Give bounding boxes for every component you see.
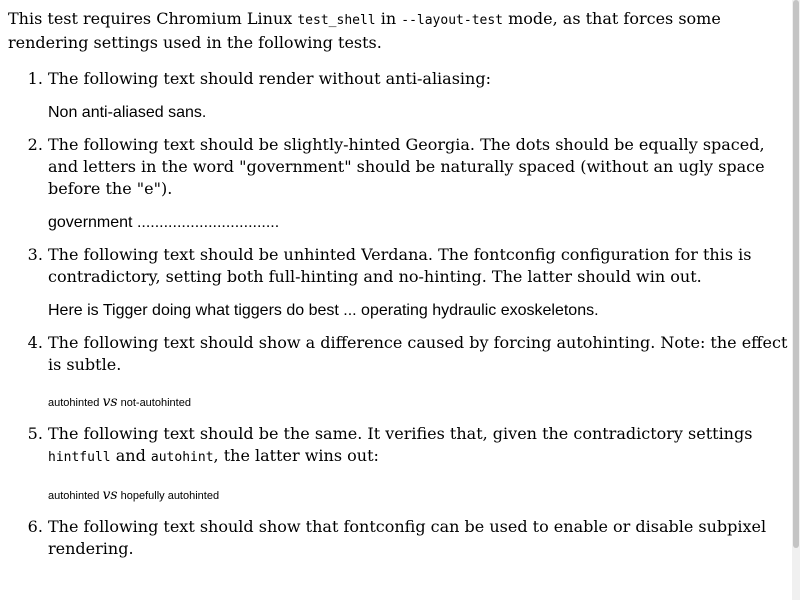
- test-3-sample: Here is Tigger doing what tiggers do bes…: [48, 302, 599, 319]
- test-item-1: The following text should render without…: [48, 68, 788, 122]
- intro-code-layout-test: --layout-test: [401, 13, 503, 28]
- test-1-description: The following text should render without…: [48, 69, 491, 88]
- intro-code-test-shell: test_shell: [297, 13, 376, 28]
- test-5-description-b: and: [115, 446, 146, 465]
- test-item-4: The following text should show a differe…: [48, 332, 788, 411]
- test-5-description-c: , the latter wins out:: [213, 446, 379, 465]
- test-4-description: The following text should show a differe…: [48, 333, 788, 374]
- scrollbar-thumb[interactable]: [793, 0, 799, 548]
- test-3-description: The following text should be unhinted Ve…: [48, 245, 752, 286]
- test-2-description: The following text should be slightly-hi…: [48, 135, 765, 198]
- test-list: The following text should render without…: [8, 68, 788, 560]
- test-item-5: The following text should be the same. I…: [48, 423, 788, 504]
- test-4-sample-right: not-autohinted: [120, 397, 191, 409]
- test-item-6: The following text should show that font…: [48, 516, 788, 560]
- test-1-sample: Non anti-aliased sans.: [48, 104, 207, 121]
- test-4-sample-left: autohinted: [48, 397, 100, 409]
- test-4-vs: vs: [102, 394, 118, 410]
- document-page: This test requires Chromium Linux test_s…: [8, 8, 788, 572]
- test-5-vs: vs: [102, 487, 118, 503]
- test-item-2: The following text should be slightly-hi…: [48, 134, 788, 232]
- test-2-sample: government .............................…: [48, 214, 280, 231]
- intro-paragraph: This test requires Chromium Linux test_s…: [8, 8, 788, 54]
- test-4-sample: autohinted vs not-autohinted: [48, 394, 788, 411]
- test-6-description: The following text should show that font…: [48, 517, 767, 558]
- vertical-scrollbar[interactable]: [792, 0, 800, 600]
- intro-text-a: This test requires Chromium Linux: [8, 9, 293, 28]
- test-item-3: The following text should be unhinted Ve…: [48, 244, 788, 320]
- test-5-description-a: The following text should be the same. I…: [48, 424, 753, 443]
- test-5-sample: autohinted vs hopefully autohinted: [48, 487, 788, 504]
- test-5-code-hintfull: hintfull: [48, 450, 111, 465]
- test-5-sample-right: hopefully autohinted: [120, 490, 220, 502]
- test-5-sample-left: autohinted: [48, 490, 100, 502]
- test-5-description: The following text should be the same. I…: [48, 423, 788, 469]
- intro-text-b: in: [380, 9, 397, 28]
- test-5-code-autohint: autohint: [150, 450, 214, 465]
